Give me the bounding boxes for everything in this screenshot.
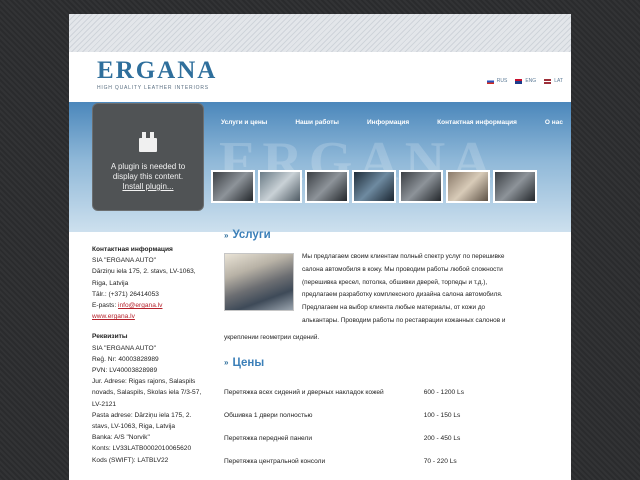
flag-eng-icon bbox=[515, 78, 523, 84]
email-link[interactable]: info@ergana.lv bbox=[118, 302, 162, 309]
requisites-line: SIA "ERGANA AUTO" bbox=[92, 344, 156, 352]
gallery-thumbnail[interactable] bbox=[352, 170, 396, 203]
contact-city: Riga, Latvija bbox=[92, 279, 129, 287]
contact-title: Контактная информация bbox=[92, 246, 173, 253]
requisites-line: Konts: LV33LATB0002010065620 bbox=[92, 445, 192, 453]
nav-services-prices[interactable]: Услуги и цены bbox=[221, 119, 267, 126]
prices-title: Цены bbox=[232, 356, 265, 369]
install-plugin-link[interactable]: Install plugin... bbox=[122, 182, 173, 191]
nav-our-works[interactable]: Наши работы bbox=[295, 119, 339, 126]
plugin-message: A plugin is needed to display this conte… bbox=[110, 162, 186, 181]
logo[interactable]: ERGANA HIGH QUALITY LEATHER INTERIORS bbox=[97, 57, 218, 92]
gallery-thumbnail[interactable] bbox=[305, 170, 349, 203]
prices-heading: » Цены bbox=[224, 357, 569, 369]
lang-eng[interactable]: ENG bbox=[515, 78, 536, 84]
price-item: Обшивка 1 двери полностью bbox=[224, 411, 313, 419]
nav-about[interactable]: О нас bbox=[545, 119, 563, 126]
leather-samples-image bbox=[224, 253, 294, 311]
website-row: www.ergana.lv bbox=[92, 311, 208, 322]
price-item: Перетяжка центральной консоли bbox=[224, 457, 326, 465]
plugin-icon bbox=[139, 132, 157, 152]
gallery-thumbnail[interactable] bbox=[399, 170, 443, 203]
contact-address: Dārziņu iela 175, 2. stavs, LV-1063, bbox=[92, 268, 196, 276]
requisites-line: novads, Salaspils, Skolas iela 7/3-57, bbox=[92, 389, 202, 397]
gallery-thumbnail[interactable] bbox=[258, 170, 302, 203]
page: ERGANA HIGH QUALITY LEATHER INTERIORS RU… bbox=[69, 14, 571, 480]
flag-lat-icon bbox=[544, 78, 552, 84]
price-value: 200 - 450 Ls bbox=[423, 434, 461, 442]
requisites-line: stavs, LV-1063, Riga, Latvija bbox=[92, 423, 176, 431]
requisites-line: Kods (SWIFT): LATBLV22 bbox=[92, 456, 169, 464]
table-row: Перетяжка передней панели 200 - 450 Ls bbox=[224, 427, 474, 450]
nav-contact-info[interactable]: Контактная информация bbox=[437, 119, 517, 126]
price-table: Перетяжка всех сидений и дверных накладо… bbox=[224, 381, 474, 473]
requisites-title: Реквизиты bbox=[92, 333, 128, 341]
requisites-line: Reģ. Nr: 40003828989 bbox=[92, 355, 159, 363]
gallery-thumbnail[interactable] bbox=[211, 170, 255, 203]
logo-text: ERGANA bbox=[97, 57, 218, 84]
lang-rus[interactable]: RUS bbox=[486, 78, 507, 84]
table-row: Обшивка 1 двери полностью 100 - 150 Ls bbox=[224, 404, 474, 427]
nav-information[interactable]: Информация bbox=[367, 119, 409, 126]
language-switcher: RUS ENG LAT bbox=[486, 78, 563, 84]
gallery-thumbnail[interactable] bbox=[493, 170, 537, 203]
gallery-thumbnails bbox=[211, 170, 537, 203]
price-item: Перетяжка передней панели bbox=[224, 434, 313, 442]
main-nav: Услуги и цены Наши работы Информация Кон… bbox=[209, 112, 571, 132]
website-link[interactable]: www.ergana.lv bbox=[92, 313, 135, 320]
requisites-line: PVN: LV40003828989 bbox=[92, 367, 158, 375]
price-value: 100 - 150 Ls bbox=[423, 411, 461, 419]
requisites-line: Pasta adrese: Dārziņu iela 175, 2. bbox=[92, 411, 192, 419]
services-description-tail: укреплении геометрии сидений. bbox=[224, 333, 320, 341]
services-heading: » Услуги bbox=[224, 229, 569, 241]
double-chevron-icon: » bbox=[224, 358, 229, 368]
requisites-line: Jur. Adrese: Rigas rajons, Salaspils bbox=[92, 378, 196, 386]
requisites-line: Banka: A/S "Norvik" bbox=[92, 434, 150, 442]
table-row: Перетяжка всех сидений и дверных накладо… bbox=[224, 381, 474, 404]
main-content: » Услуги Мы предлагаем своим клиентам по… bbox=[224, 229, 569, 473]
price-value: 70 - 220 Ls bbox=[423, 457, 457, 465]
requisites-line: LV-2121 bbox=[92, 400, 117, 408]
contact-email-row: E-pasts: info@ergana.lv bbox=[92, 300, 208, 311]
header-pattern bbox=[69, 14, 571, 52]
price-item: Перетяжка всех сидений и дверных накладо… bbox=[224, 388, 384, 396]
services-description: Мы предлагаем своим клиентам полный спек… bbox=[302, 253, 506, 324]
email-label: E-pasts: bbox=[92, 302, 119, 310]
contact-sidebar: Контактная информация SIA "ERGANA AUTO" … bbox=[92, 244, 208, 480]
gallery-thumbnail[interactable] bbox=[446, 170, 490, 203]
services-title: Услуги bbox=[232, 229, 271, 241]
lang-lat[interactable]: LAT bbox=[544, 78, 563, 84]
table-row: Перетяжка центральной консоли 70 - 220 Ls bbox=[224, 450, 474, 473]
price-value: 600 - 1200 Ls bbox=[423, 388, 465, 396]
contact-phone: Tālr.: (+371) 26414053 bbox=[92, 290, 159, 298]
contact-company: SIA "ERGANA AUTO" bbox=[92, 257, 156, 265]
flag-rus-icon bbox=[486, 78, 494, 84]
double-chevron-icon: » bbox=[224, 230, 229, 240]
plugin-placeholder[interactable]: A plugin is needed to display this conte… bbox=[92, 103, 204, 211]
logo-tagline: HIGH QUALITY LEATHER INTERIORS bbox=[97, 85, 209, 91]
services-block: Мы предлагаем своим клиентам полный спек… bbox=[224, 253, 569, 328]
